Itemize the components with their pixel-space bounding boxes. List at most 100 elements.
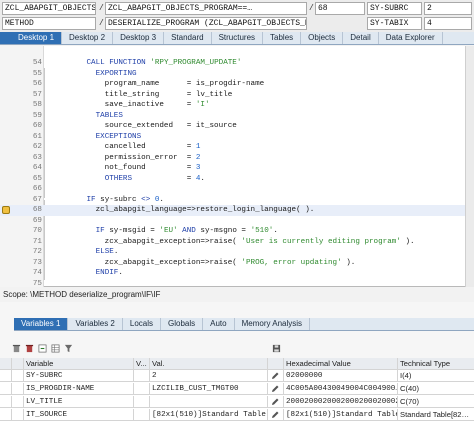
tab-memory-analysis[interactable]: Memory Analysis [235, 318, 311, 330]
edit-cell[interactable] [268, 396, 284, 408]
sysvar-value-field[interactable]: 2 [424, 2, 472, 15]
code-line[interactable]: 74 ENDIF. [0, 268, 465, 279]
code-line[interactable]: 66 [0, 184, 465, 195]
line-number[interactable]: 69 [14, 216, 42, 227]
filter-icon[interactable] [64, 344, 73, 353]
tab-structures[interactable]: Structures [212, 32, 264, 44]
insert-icon[interactable] [38, 344, 47, 353]
sysvar-name-field[interactable]: SY-TABIX [367, 17, 422, 30]
code-line[interactable]: 54 CALL FUNCTION 'RPY_PROGRAM_UPDATE' [0, 58, 465, 69]
row-selector[interactable] [0, 396, 12, 408]
code-line[interactable]: 71 zcx_abapgit_exception=>raise( 'User i… [0, 237, 465, 248]
editor-scrollbar[interactable] [465, 46, 474, 287]
edit-pencil-icon[interactable] [270, 397, 280, 407]
value-cell[interactable] [150, 396, 268, 408]
hex-value-cell[interactable]: 4C005A00430049004C004900… [284, 383, 398, 395]
save-icon[interactable] [272, 344, 281, 353]
value-cell[interactable]: [82x1(510)]Standard Table [150, 409, 268, 421]
line-number[interactable]: 74 [14, 268, 42, 279]
column-header-value[interactable]: Val. [150, 358, 268, 370]
column-header-v[interactable]: V... [134, 358, 150, 370]
line-number[interactable]: 68 [14, 205, 42, 216]
code-line[interactable]: 72 ELSE. [0, 247, 465, 258]
line-number[interactable]: 62 [14, 142, 42, 153]
code-line[interactable]: 55 EXPORTING [0, 69, 465, 80]
program-field[interactable]: ZCL_ABAPGIT_OBJECTS_PROGRAM==… [2, 2, 96, 15]
table-row[interactable]: IS_PROGDIR-NAME LZCILIB_CUST_TMGT00 4C005A… [0, 383, 474, 395]
line-number[interactable]: 65 [14, 174, 42, 185]
line-number[interactable]: 73 [14, 258, 42, 269]
hex-value-cell[interactable]: [82x1(510)]Standard Table [284, 409, 398, 421]
tab-auto[interactable]: Auto [203, 318, 235, 330]
tab-objects[interactable]: Objects [301, 32, 344, 44]
variable-name-cell[interactable]: LV_TITLE [24, 396, 134, 408]
value-cell[interactable]: LZCILIB_CUST_TMGT00 [150, 383, 268, 395]
code-line[interactable]: 59 TABLES [0, 111, 465, 122]
table-row[interactable]: SY-SUBRC 2 02000000 I(4) [0, 370, 474, 382]
line-number[interactable]: 64 [14, 163, 42, 174]
code-line[interactable]: 60 source_extended = it_source [0, 121, 465, 132]
hex-value-cell[interactable]: 02000000 [284, 370, 398, 382]
line-number[interactable]: 72 [14, 247, 42, 258]
line-number[interactable]: 60 [14, 121, 42, 132]
sysvar-value-field[interactable]: 4 [424, 17, 472, 30]
table-row[interactable]: IT_SOURCE [82x1(510)]Standard Table [82x1(… [0, 409, 474, 421]
tab-variables-2[interactable]: Variables 2 [68, 318, 123, 330]
value-cell[interactable]: 2 [150, 370, 268, 382]
code-line[interactable]: 67 IF sy-subrc <> 0. [0, 195, 465, 206]
code-line[interactable]: 58 save_inactive = 'I' [0, 100, 465, 111]
code-line[interactable]: 68 zcl_abapgit_language=>restore_login_l… [0, 205, 465, 216]
table-row[interactable]: LV_TITLE 2000200020002000200020002… C(70) [0, 396, 474, 408]
grid-icon[interactable] [51, 344, 60, 353]
code-line[interactable]: 57 title_string = lv_title [0, 90, 465, 101]
tab-data-explorer[interactable]: Data Explorer [379, 32, 443, 44]
line-number[interactable]: 57 [14, 90, 42, 101]
tab-locals[interactable]: Locals [123, 318, 161, 330]
line-number[interactable]: 67 [14, 195, 42, 206]
code-line[interactable]: 73 zcx_abapgit_exception=>raise( 'PROG, … [0, 258, 465, 269]
tab-standard[interactable]: Standard [164, 32, 212, 44]
line-number[interactable]: 59 [14, 111, 42, 122]
tab-tables[interactable]: Tables [263, 32, 302, 44]
edit-cell[interactable] [268, 383, 284, 395]
event-type-field[interactable]: METHOD [2, 17, 96, 30]
column-header-hex[interactable]: Hexadecimal Value [284, 358, 398, 370]
line-number[interactable]: 58 [14, 100, 42, 111]
edit-cell[interactable] [268, 409, 284, 421]
line-number[interactable]: 70 [14, 226, 42, 237]
column-header-variable[interactable]: Variable [24, 358, 134, 370]
tab-globals[interactable]: Globals [161, 318, 204, 330]
variable-name-cell[interactable]: IS_PROGDIR-NAME [24, 383, 134, 395]
delete-all-icon[interactable] [25, 344, 34, 353]
edit-pencil-icon[interactable] [270, 384, 280, 394]
code-line[interactable]: 56 program_name = is_progdir-name [0, 79, 465, 90]
code-line[interactable]: 70 IF sy-msgid = 'EU' AND sy-msgno = '51… [0, 226, 465, 237]
tab-desktop-1[interactable]: Desktop 1 [0, 32, 63, 44]
line-number-field[interactable]: 68 [315, 2, 365, 15]
row-selector[interactable] [0, 409, 12, 421]
source-code-editor[interactable]: 54 CALL FUNCTION 'RPY_PROGRAM_UPDATE' 55 … [0, 46, 474, 288]
line-number[interactable]: 71 [14, 237, 42, 248]
edit-cell[interactable] [268, 370, 284, 382]
line-number[interactable]: 54 [14, 58, 42, 69]
event-name-field[interactable]: DESERIALIZE_PROGRAM (ZCL_ABAPGIT_OBJECTS… [105, 17, 307, 30]
line-number[interactable]: 56 [14, 79, 42, 90]
code-line[interactable]: 69 [0, 216, 465, 227]
variable-name-cell[interactable]: SY-SUBRC [24, 370, 134, 382]
tab-variables-1[interactable]: Variables 1 [14, 318, 69, 330]
row-selector[interactable] [0, 370, 12, 382]
row-selector-header[interactable] [0, 358, 12, 370]
code-line[interactable]: 63 permission_error = 2 [0, 153, 465, 164]
code-line[interactable]: 61 EXCEPTIONS [0, 132, 465, 143]
code-line[interactable]: 65 OTHERS = 4. [0, 174, 465, 185]
column-header-type[interactable]: Technical Type [398, 358, 474, 370]
line-number[interactable]: 55 [14, 69, 42, 80]
delete-icon[interactable] [12, 344, 21, 353]
code-line[interactable]: 62 cancelled = 1 [0, 142, 465, 153]
include-field[interactable]: ZCL_ABAPGIT_OBJECTS_PROGRAM==… [105, 2, 307, 15]
row-selector[interactable] [0, 383, 12, 395]
tab-desktop-2[interactable]: Desktop 2 [62, 32, 114, 44]
tab-desktop-3[interactable]: Desktop 3 [113, 32, 165, 44]
edit-pencil-icon[interactable] [270, 371, 280, 381]
line-number[interactable]: 66 [14, 184, 42, 195]
